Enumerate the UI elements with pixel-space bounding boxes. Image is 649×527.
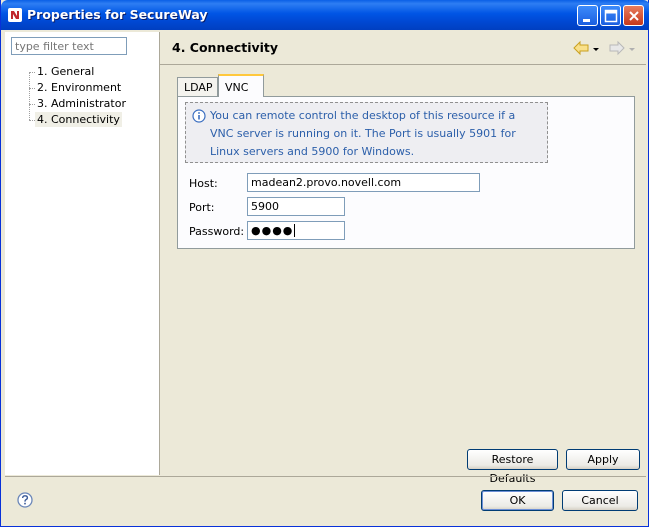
title-bar[interactable]: Properties for SecureWay xyxy=(1,0,649,30)
back-dropdown-icon xyxy=(593,48,599,51)
forward-dropdown[interactable] xyxy=(629,43,636,56)
sidebar: 1. General 2. Environment 3. Administrat… xyxy=(5,32,160,475)
tree-item-connectivity[interactable]: 4. Connectivity xyxy=(35,112,122,127)
maximize-button[interactable] xyxy=(600,5,621,26)
minimize-icon xyxy=(583,19,590,22)
password-field[interactable]: ●●●●​ xyxy=(247,221,345,240)
info-text: You can remote control the desktop of th… xyxy=(210,109,516,158)
back-button[interactable] xyxy=(572,40,590,59)
text-cursor: ​ xyxy=(294,224,296,237)
vnc-panel: You can remote control the desktop of th… xyxy=(177,96,635,249)
close-icon xyxy=(629,11,639,21)
password-value: ●●●● xyxy=(251,224,294,237)
cancel-label: Cancel xyxy=(581,494,619,507)
maximize-icon xyxy=(604,9,618,23)
ok-button[interactable]: OK xyxy=(481,490,554,511)
back-dropdown[interactable] xyxy=(593,43,600,56)
info-icon xyxy=(192,109,206,129)
help-icon[interactable] xyxy=(17,492,33,511)
forward-arrow-icon xyxy=(609,40,625,56)
apply-label: Apply xyxy=(587,453,619,466)
tab-ldap[interactable]: LDAP xyxy=(177,77,218,96)
forward-dropdown-icon xyxy=(629,48,635,51)
back-arrow-icon xyxy=(573,40,589,56)
port-label: Port: xyxy=(189,201,215,214)
port-field[interactable] xyxy=(247,197,345,216)
host-field[interactable] xyxy=(247,173,480,192)
tree-connector xyxy=(29,72,30,120)
restore-defaults-button[interactable]: Restore Defaults xyxy=(467,449,558,485)
host-label: Host: xyxy=(189,177,218,190)
password-label: Password: xyxy=(189,225,245,238)
restore-defaults-label: Restore Defaults xyxy=(489,453,536,485)
ok-label: OK xyxy=(509,494,526,507)
properties-dialog: Properties for SecureWay 1. General 2. E… xyxy=(0,0,649,527)
apply-button[interactable]: Apply xyxy=(566,449,640,470)
novell-n-icon xyxy=(7,7,23,23)
filter-input[interactable] xyxy=(11,37,127,55)
info-message: You can remote control the desktop of th… xyxy=(185,102,548,163)
footer-separator xyxy=(5,476,646,477)
header-separator xyxy=(160,64,646,65)
minimize-button[interactable] xyxy=(577,5,598,26)
page-title: 4. Connectivity xyxy=(172,40,279,55)
tab-vnc[interactable]: VNC xyxy=(218,74,264,97)
forward-button[interactable] xyxy=(608,40,626,59)
cancel-button[interactable]: Cancel xyxy=(562,490,638,511)
window-title: Properties for SecureWay xyxy=(27,7,208,22)
tree-item-environment[interactable]: 2. Environment xyxy=(35,80,123,95)
tree-item-general[interactable]: 1. General xyxy=(35,64,96,79)
close-button[interactable] xyxy=(623,5,644,26)
tree-item-administrator[interactable]: 3. Administrator xyxy=(35,96,128,111)
